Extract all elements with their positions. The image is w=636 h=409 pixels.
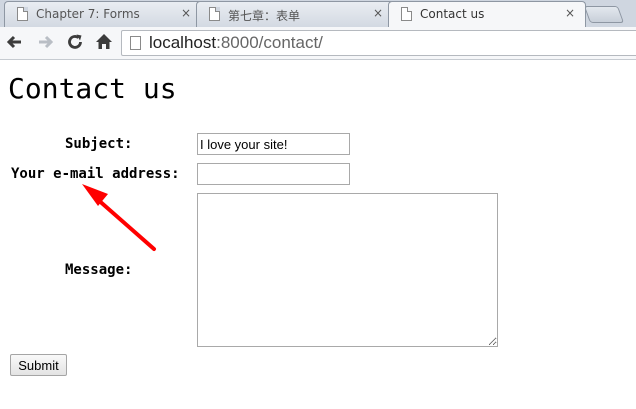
new-tab-button[interactable] [583,6,625,23]
tab-title: 第七章：表单 [228,9,301,23]
url-path: :8000/contact/ [216,33,323,52]
back-button[interactable] [4,31,26,53]
home-icon [96,34,112,49]
page-icon [130,36,141,50]
address-bar[interactable]: localhost:8000/contact/ [121,30,636,56]
page-icon [401,7,412,21]
close-icon[interactable]: × [373,6,383,20]
home-button[interactable] [93,31,115,53]
annotation-arrow-icon [82,184,156,251]
tab-title: Contact us [420,7,485,21]
tab-strip: Chapter 7: Forms × 第七章：表单 × Contact us × [0,0,636,27]
browser-toolbar: localhost:8000/contact/ [0,27,636,60]
page-content: Contact us Subject: Your e-mail address:… [0,60,636,409]
close-icon[interactable]: × [181,6,191,20]
tab-contact-us[interactable]: Contact us × [388,1,586,27]
tab-chapter-7-forms[interactable]: Chapter 7: Forms × [4,1,202,27]
reload-icon [68,34,82,49]
page-icon [209,7,220,21]
url-host: localhost [149,33,217,52]
url-text: localhost:8000/contact/ [149,33,323,53]
reload-button[interactable] [64,31,86,53]
arrow-right-icon [39,35,54,49]
tab-chapter-7-chinese[interactable]: 第七章：表单 × [196,1,394,27]
tab-title: Chapter 7: Forms [36,7,140,21]
page-icon [17,7,28,21]
close-icon[interactable]: × [565,6,575,20]
forward-button[interactable] [34,31,56,53]
arrow-left-icon [6,35,21,49]
